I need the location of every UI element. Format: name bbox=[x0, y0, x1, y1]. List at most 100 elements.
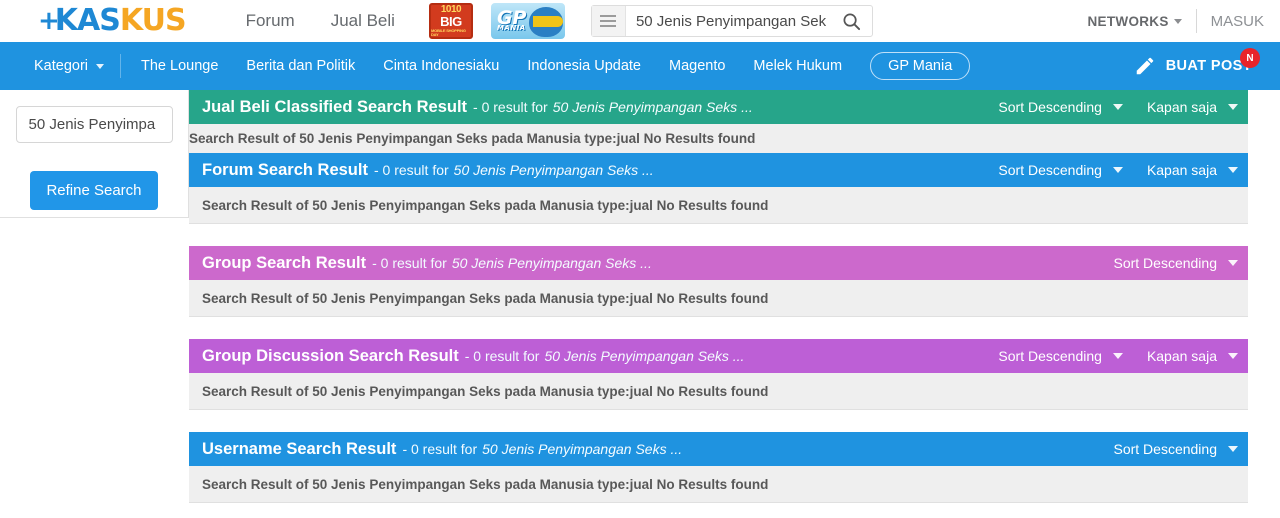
gp-mania-badge-icon[interactable]: GP MANIA bbox=[488, 1, 567, 41]
sort-dropdown[interactable]: Sort Descending bbox=[1113, 255, 1238, 271]
result-query: 50 Jenis Penyimpangan Seks ... bbox=[451, 255, 652, 271]
hamburger-icon[interactable] bbox=[591, 6, 626, 36]
notification-badge: N bbox=[1240, 48, 1260, 68]
nav-indonesia-update[interactable]: Indonesia Update bbox=[527, 58, 641, 74]
result-title: Group Search Result bbox=[202, 253, 367, 272]
chevron-down-icon bbox=[1228, 353, 1238, 359]
search-button[interactable] bbox=[832, 6, 872, 36]
result-count: - 0 result for bbox=[373, 162, 449, 178]
page-body: Refine Search Jual Beli Classified Searc… bbox=[0, 90, 1280, 518]
result-header: Username Search Result - 0 result for 50… bbox=[189, 432, 1248, 466]
chevron-down-icon bbox=[1112, 167, 1123, 173]
nav-the-lounge[interactable]: The Lounge bbox=[141, 58, 218, 74]
header-search bbox=[590, 5, 873, 37]
header-right: NETWORKS MASUK bbox=[1088, 0, 1264, 42]
bigmall-badge-icon[interactable]: 1010 BIG MOBILE SHOPPING DAY bbox=[426, 2, 475, 40]
result-header: Forum Search Result - 0 result for 50 Je… bbox=[189, 153, 1248, 187]
nav-item-jual-beli[interactable]: Jual Beli bbox=[331, 11, 395, 31]
nav-gp-mania[interactable]: GP Mania bbox=[870, 51, 971, 81]
result-query: 50 Jenis Penyimpangan Seks ... bbox=[453, 162, 654, 178]
visor-shape-icon bbox=[532, 16, 563, 27]
bigmall-badge-bottom: MOBILE SHOPPING DAY bbox=[430, 28, 466, 37]
chevron-down-icon bbox=[96, 63, 105, 69]
time-dropdown[interactable]: Kapan saja bbox=[1147, 162, 1238, 178]
result-query: 50 Jenis Penyimpangan Seks ... bbox=[552, 99, 753, 115]
search-results-column: Jual Beli Classified Search Result - 0 r… bbox=[189, 90, 1280, 503]
sort-dropdown[interactable]: Sort Descending bbox=[998, 348, 1123, 364]
sort-dropdown[interactable]: Sort Descending bbox=[998, 99, 1123, 115]
logo-text-kas: KAS bbox=[54, 3, 121, 38]
refine-search-input[interactable] bbox=[15, 106, 173, 143]
chevron-down-icon bbox=[1112, 353, 1123, 359]
result-body: Search Result of 50 Jenis Penyimpangan S… bbox=[189, 466, 1248, 503]
sort-label: Sort Descending bbox=[998, 162, 1102, 178]
chevron-down-icon bbox=[1228, 167, 1238, 173]
nav-cinta-indonesiaku[interactable]: Cinta Indonesiaku bbox=[383, 58, 499, 74]
result-title: Group Discussion Search Result bbox=[202, 346, 459, 365]
chevron-down-icon bbox=[1228, 446, 1238, 452]
result-block-group: Group Search Result - 0 result for 50 Je… bbox=[189, 246, 1248, 317]
kategori-label[interactable]: Kategori bbox=[34, 58, 88, 74]
time-label: Kapan saja bbox=[1146, 99, 1217, 115]
sort-dropdown[interactable]: Sort Descending bbox=[998, 162, 1123, 178]
networks-menu[interactable]: NETWORKS bbox=[1088, 14, 1182, 29]
result-count: - 0 result for bbox=[402, 441, 478, 457]
sort-label: Sort Descending bbox=[1113, 441, 1217, 457]
sort-label: Sort Descending bbox=[998, 99, 1102, 115]
refine-search-sidebar: Refine Search bbox=[0, 90, 189, 218]
result-body: Search Result of 50 Jenis Penyimpangan S… bbox=[189, 373, 1248, 410]
site-header: + KAS KUS Forum Jual Beli 1010 BIG MOBILE … bbox=[0, 0, 1280, 42]
result-count: - 0 result for bbox=[464, 348, 540, 364]
result-title: Forum Search Result bbox=[202, 160, 368, 179]
sort-label: Sort Descending bbox=[998, 348, 1102, 364]
sort-dropdown[interactable]: Sort Descending bbox=[1113, 441, 1238, 457]
result-header: Jual Beli Classified Search Result - 0 r… bbox=[189, 90, 1248, 124]
result-block-forum: Forum Search Result - 0 result for 50 Je… bbox=[189, 153, 1248, 224]
result-block-group-discussion: Group Discussion Search Result - 0 resul… bbox=[189, 339, 1248, 410]
search-input[interactable] bbox=[625, 12, 832, 30]
bigmall-badge-mid: BIG bbox=[440, 14, 462, 29]
search-icon bbox=[843, 13, 861, 30]
result-title: Jual Beli Classified Search Result bbox=[202, 97, 468, 116]
result-body: Search Result of 50 Jenis Penyimpangan S… bbox=[189, 124, 1248, 153]
result-header: Group Search Result - 0 result for 50 Je… bbox=[189, 246, 1248, 280]
time-dropdown[interactable]: Kapan saja bbox=[1147, 99, 1238, 115]
sort-label: Sort Descending bbox=[1113, 255, 1217, 271]
result-block-username: Username Search Result - 0 result for 50… bbox=[189, 432, 1248, 503]
pencil-icon bbox=[1136, 57, 1153, 75]
header-divider bbox=[1195, 9, 1197, 33]
result-title: Username Search Result bbox=[202, 439, 397, 458]
result-count: - 0 result for bbox=[473, 99, 548, 115]
kategori-dropdown[interactable]: Kategori bbox=[34, 58, 105, 74]
gp-mania-sub: MANIA bbox=[496, 24, 526, 33]
primary-nav: Forum Jual Beli bbox=[246, 11, 395, 31]
login-button[interactable]: MASUK bbox=[1211, 13, 1264, 30]
networks-label: NETWORKS bbox=[1087, 13, 1169, 29]
chevron-down-icon bbox=[1112, 104, 1123, 110]
time-dropdown[interactable]: Kapan saja bbox=[1147, 348, 1238, 364]
result-count: - 0 result for bbox=[372, 255, 447, 271]
logo-text-kus: KUS bbox=[119, 3, 187, 38]
refine-search-button[interactable]: Refine Search bbox=[30, 171, 158, 210]
create-post-label: BUAT POST bbox=[1165, 58, 1252, 74]
chevron-down-icon bbox=[1173, 18, 1182, 24]
gp-mania-badge-text: GP MANIA bbox=[496, 8, 527, 33]
result-body: Search Result of 50 Jenis Penyimpangan S… bbox=[189, 187, 1248, 224]
result-query: 50 Jenis Penyimpangan Seks ... bbox=[544, 348, 745, 364]
result-body: Search Result of 50 Jenis Penyimpangan S… bbox=[189, 280, 1248, 317]
kaskus-logo[interactable]: + KAS KUS bbox=[38, 3, 187, 38]
nav-berita-dan-politik[interactable]: Berita dan Politik bbox=[246, 58, 355, 74]
nav-divider bbox=[120, 54, 122, 78]
nav-melek-hukum[interactable]: Melek Hukum bbox=[753, 58, 842, 74]
result-query: 50 Jenis Penyimpangan Seks ... bbox=[482, 441, 683, 457]
nav-magento[interactable]: Magento bbox=[669, 58, 725, 74]
nav-item-forum[interactable]: Forum bbox=[246, 11, 295, 31]
chevron-down-icon bbox=[1228, 104, 1238, 110]
result-block-jual-beli: Jual Beli Classified Search Result - 0 r… bbox=[189, 90, 1248, 153]
category-links: The Lounge Berita dan Politik Cinta Indo… bbox=[141, 51, 971, 81]
result-header: Group Discussion Search Result - 0 resul… bbox=[189, 339, 1248, 373]
create-post-button[interactable]: BUAT POST N bbox=[1134, 48, 1260, 77]
